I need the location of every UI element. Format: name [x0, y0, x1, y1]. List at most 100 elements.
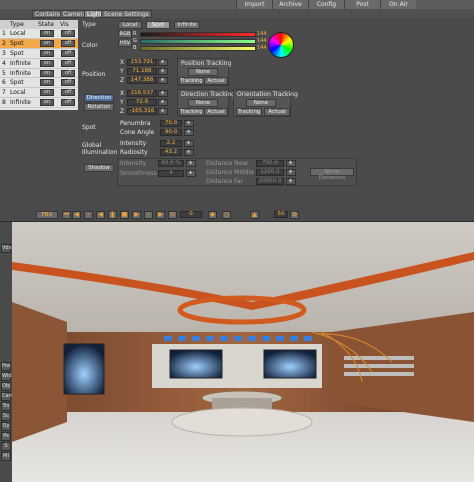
distance-near-spinner[interactable] [286, 159, 296, 167]
marker-icon[interactable]: ○ [222, 211, 231, 219]
color-wheel[interactable] [268, 32, 294, 58]
side-button[interactable]: Wld [1, 372, 12, 381]
light-row-selected[interactable]: 2 Spot on off [0, 38, 78, 49]
radiosity-field[interactable]: 43.2 [160, 149, 182, 156]
studio-render-viewport[interactable] [12, 222, 474, 482]
timeline-slider-icon[interactable]: ▲ [250, 211, 259, 219]
side-button[interactable]: Vdx [1, 244, 12, 253]
side-button[interactable]: Obj [1, 382, 11, 391]
gi-intensity-field[interactable]: 2.2 [160, 140, 182, 147]
position-tracking-tracking[interactable]: Tracking [179, 77, 203, 85]
distance-far-field[interactable]: 20000.0 [256, 178, 284, 185]
blue-slider[interactable] [140, 46, 256, 51]
menu-archive[interactable]: Archive [272, 0, 308, 9]
menu-import[interactable]: Import [236, 0, 272, 9]
light-row[interactable]: 7 Local on off [0, 88, 78, 99]
light-vis-toggle[interactable]: off [61, 49, 75, 57]
type-infinite-button[interactable]: Infinite [174, 21, 200, 29]
light-state-toggle[interactable]: on [40, 99, 54, 107]
side-button[interactable]: Ps [1, 432, 11, 441]
frame-field[interactable]: 0 [180, 211, 202, 218]
shadow-intensity-spinner[interactable] [186, 159, 196, 167]
light-state-toggle[interactable]: on [40, 49, 54, 57]
step-forward-icon[interactable]: ▶ [156, 211, 165, 219]
direction-tracking-tracking[interactable]: Tracking [179, 108, 203, 116]
distance-middle-spinner[interactable] [286, 168, 296, 176]
distance-near-field[interactable]: 700.0 [256, 160, 284, 167]
cone-angle-spinner[interactable] [184, 128, 194, 136]
frame-end-field[interactable]: 50 [274, 211, 288, 218]
position-z-field[interactable]: 147.388 [127, 77, 157, 84]
menu-config[interactable]: Config [308, 0, 344, 9]
direction-button[interactable]: Direction [84, 94, 114, 102]
side-button[interactable]: Sc [1, 412, 11, 421]
light-vis-toggle[interactable]: off [61, 39, 75, 47]
side-button[interactable]: Cam [1, 392, 13, 401]
viewer-mode-button[interactable]: FBX [36, 211, 58, 219]
prev-key-icon[interactable]: ‹ [84, 211, 93, 219]
light-vis-toggle[interactable]: off [61, 99, 75, 107]
side-button[interactable]: Ml [1, 452, 11, 461]
play-icon[interactable]: ▶ [132, 211, 141, 219]
direction-y-spinner[interactable] [158, 98, 168, 106]
side-button[interactable]: Pos [1, 362, 11, 371]
orientation-tracking-actual[interactable]: Actual [264, 108, 290, 116]
penumbra-spinner[interactable] [184, 119, 194, 127]
light-row[interactable]: 5 Infinite on off [0, 69, 78, 79]
light-state-toggle[interactable]: on [40, 39, 54, 47]
distance-far-spinner[interactable] [286, 177, 296, 185]
shadow-smoothness-spinner[interactable] [186, 169, 196, 177]
position-tracking-actual[interactable]: Actual [204, 77, 228, 85]
side-button[interactable]: Oy [1, 422, 11, 431]
shadow-intensity-field[interactable]: 60.0 % [158, 160, 184, 167]
gi-intensity-spinner[interactable] [184, 139, 194, 147]
direction-x-spinner[interactable] [158, 89, 168, 97]
show-distances-button[interactable]: Show Distances [310, 168, 354, 181]
tab-scene-settings[interactable]: Scene Settings [101, 10, 152, 18]
direction-y-field[interactable]: 72.8 [127, 99, 157, 106]
side-button[interactable]: Trs [1, 402, 11, 411]
light-row[interactable]: 1 Local on off [0, 29, 78, 39]
position-tracking-none[interactable]: None [188, 68, 218, 76]
light-row[interactable]: 6 Spot on off [0, 78, 78, 89]
light-state-toggle[interactable]: on [40, 59, 54, 67]
red-slider[interactable] [140, 32, 256, 37]
loop-icon[interactable]: ↻ [168, 211, 177, 219]
shadow-button[interactable]: Shadow [84, 164, 114, 172]
type-local-button[interactable]: Local [118, 21, 142, 29]
cone-angle-field[interactable]: 90.0 [160, 129, 182, 136]
position-x-spinner[interactable] [158, 58, 168, 66]
position-y-field[interactable]: 71.188 [127, 68, 157, 75]
distance-middle-field[interactable]: 1200.0 [256, 169, 284, 176]
key-icon[interactable]: ◆ [208, 211, 217, 219]
pause-icon[interactable]: ❚ [108, 211, 117, 219]
direction-x-field[interactable]: 216.537 [127, 90, 157, 97]
menu-post[interactable]: Post [344, 0, 380, 9]
light-vis-toggle[interactable]: off [61, 89, 75, 97]
rotation-button[interactable]: Rotation [84, 103, 114, 111]
light-row[interactable]: 3 Spot on off [0, 49, 78, 59]
type-spot-button[interactable]: Spot [146, 21, 170, 29]
orientation-tracking-tracking[interactable]: Tracking [236, 108, 262, 116]
light-row[interactable]: 4 Infinite on off [0, 59, 78, 69]
green-slider[interactable] [140, 39, 256, 44]
light-vis-toggle[interactable]: off [61, 79, 75, 87]
penumbra-field[interactable]: 70.0 [160, 120, 182, 127]
direction-z-field[interactable]: -165.316 [127, 108, 157, 115]
orientation-tracking-none[interactable]: None [246, 99, 276, 107]
light-state-toggle[interactable]: on [40, 89, 54, 97]
side-button[interactable]: S [1, 442, 11, 451]
position-y-spinner[interactable] [158, 67, 168, 75]
light-state-toggle[interactable]: on [40, 79, 54, 87]
step-back-icon[interactable]: ◀ [72, 211, 81, 219]
position-x-field[interactable]: 153.791 [127, 59, 157, 66]
light-vis-toggle[interactable]: off [61, 69, 75, 77]
options-icon[interactable]: ⚙ [290, 211, 299, 219]
next-key-icon[interactable]: › [144, 211, 153, 219]
color-mode-hsv[interactable]: HSV [118, 40, 132, 47]
light-row[interactable]: 8 Infinite on off [0, 98, 78, 109]
radiosity-spinner[interactable] [184, 148, 194, 156]
position-z-spinner[interactable] [158, 76, 168, 84]
color-mode-rgb[interactable]: RGB [118, 31, 132, 38]
stop-icon[interactable]: ■ [120, 211, 129, 219]
